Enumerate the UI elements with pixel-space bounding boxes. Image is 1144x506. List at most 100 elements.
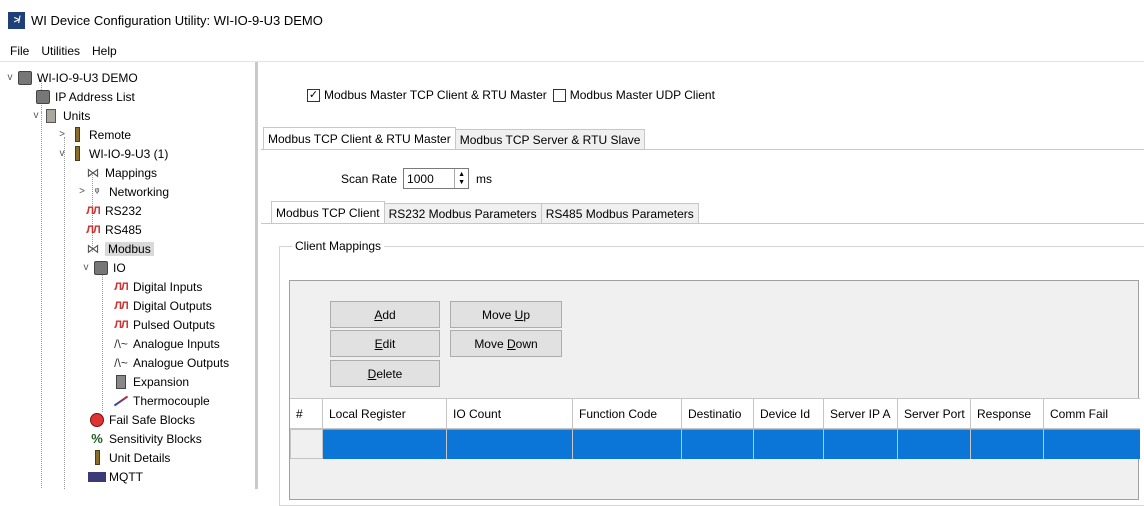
thermocouple-icon	[112, 393, 130, 409]
table-cell[interactable]	[682, 429, 754, 459]
tree-label-mappings: Mappings	[105, 165, 158, 180]
scan-rate-stepper[interactable]: 1000 ▲ ▼	[403, 168, 470, 189]
grid-header-io-count[interactable]: IO Count	[447, 399, 573, 428]
units-icon	[42, 108, 60, 124]
grid-header-function-code[interactable]: Function Code	[573, 399, 682, 428]
chevron-down-icon[interactable]: v	[80, 262, 92, 273]
delete-button[interactable]: Delete	[330, 360, 440, 387]
tree-item-analogue-inputs[interactable]: /\~ Analogue Inputs	[112, 334, 220, 353]
tab-rs485-modbus-parameters[interactable]: RS485 Modbus Parameters	[540, 203, 699, 223]
networking-icon: ᵠ	[94, 185, 100, 198]
udp-checkbox-label[interactable]: Modbus Master UDP Client	[570, 88, 715, 102]
client-mappings-panel: Add Edit Delete Move Up Move Down # Loca…	[289, 280, 1140, 500]
add-button[interactable]: Add	[330, 301, 440, 328]
tree-item-expansion[interactable]: Expansion	[112, 372, 189, 391]
device-icon	[16, 70, 34, 86]
spinner-arrows-icon[interactable]: ▲ ▼	[454, 169, 468, 188]
scan-rate-row: Scan Rate 1000 ▲ ▼ ms	[341, 168, 492, 189]
tab-modbus-tcp-client[interactable]: Modbus TCP Client	[271, 201, 385, 223]
tree-label-pulsed-outputs: Pulsed Outputs	[133, 317, 216, 332]
tree-label-remote: Remote	[89, 127, 132, 142]
tab-tcp-server-rtu-slave[interactable]: Modbus TCP Server & RTU Slave	[454, 129, 646, 149]
tree-item-units[interactable]: v Units	[30, 106, 90, 125]
tree-root[interactable]: v WI-IO-9-U3 DEMO	[4, 68, 138, 87]
chevron-right-icon[interactable]: >	[76, 186, 88, 197]
device-tree[interactable]: v WI-IO-9-U3 DEMO IP Address List v Unit…	[0, 62, 258, 489]
tree-label-rs485: RS485	[105, 222, 142, 237]
tree-item-mappings[interactable]: ⋈ Mappings	[84, 163, 158, 182]
grid-header-server-ip[interactable]: Server IP A	[824, 399, 898, 428]
menu-file[interactable]: File	[4, 44, 35, 58]
grid-header-response[interactable]: Response	[971, 399, 1044, 428]
tree-item-rs232[interactable]: ЛЛ RS232	[84, 201, 141, 220]
table-cell[interactable]	[971, 429, 1044, 459]
analog-wave-icon: /\~	[114, 336, 128, 351]
tree-item-networking[interactable]: > ᵠ Networking	[76, 182, 169, 201]
app-logo-icon: ≯	[8, 11, 25, 29]
grid-header-server-port[interactable]: Server Port	[898, 399, 971, 428]
expansion-icon	[112, 374, 130, 390]
table-row[interactable]	[290, 429, 1140, 459]
chevron-down-icon[interactable]: v	[56, 148, 68, 159]
tcp-rtu-checkbox[interactable]: ✓	[307, 88, 320, 102]
grid-header-destination[interactable]: Destinatio	[682, 399, 754, 428]
menu-help[interactable]: Help	[86, 44, 123, 58]
tree-item-digital-outputs[interactable]: ЛЛ Digital Outputs	[112, 296, 211, 315]
table-cell[interactable]	[447, 429, 573, 459]
edit-button[interactable]: Edit	[330, 330, 440, 357]
digital-wave-icon: ЛЛ	[114, 299, 128, 312]
move-up-button-label: Move	[481, 307, 515, 322]
tree-label-unit-details: Unit Details	[109, 450, 171, 465]
grid-header-index[interactable]: #	[290, 399, 323, 428]
percent-icon: %	[91, 431, 103, 446]
tree-item-analogue-outputs[interactable]: /\~ Analogue Outputs	[112, 353, 229, 372]
menu-utilities[interactable]: Utilities	[35, 44, 86, 58]
grid-header-local-register[interactable]: Local Register	[323, 399, 447, 428]
scan-rate-value[interactable]: 1000	[407, 172, 434, 186]
chevron-down-icon[interactable]: v	[30, 110, 42, 121]
tab-rs232-modbus-parameters[interactable]: RS232 Modbus Parameters	[383, 203, 542, 223]
protocol-options: ✓ Modbus Master TCP Client & RTU Master …	[307, 88, 715, 102]
tree-item-mqtt[interactable]: MQTT	[88, 467, 143, 486]
tree-item-sensitivity-blocks[interactable]: % Sensitivity Blocks	[88, 429, 201, 448]
grid-header-device-id[interactable]: Device Id	[754, 399, 824, 428]
tree-item-fail-safe-blocks[interactable]: Fail Safe Blocks	[88, 410, 195, 429]
tree-label-ip-address-list: IP Address List	[55, 89, 135, 104]
grid-header-comm-fail[interactable]: Comm Fail	[1044, 399, 1140, 428]
table-cell[interactable]	[824, 429, 898, 459]
failsafe-icon	[88, 412, 106, 428]
tcp-rtu-checkbox-label[interactable]: Modbus Master TCP Client & RTU Master	[324, 88, 547, 102]
tree-item-rs485[interactable]: ЛЛ RS485	[84, 220, 142, 239]
unit-icon	[68, 127, 86, 143]
tree-label-modbus: Modbus	[105, 241, 154, 256]
move-up-button[interactable]: Move Up	[450, 301, 562, 328]
tree-label-digital-inputs: Digital Inputs	[133, 279, 203, 294]
tree-item-ip-address-list[interactable]: IP Address List	[34, 87, 135, 106]
table-cell[interactable]	[754, 429, 824, 459]
tree-item-unit[interactable]: v WI-IO-9-U3 (1)	[56, 144, 168, 163]
tree-item-thermocouple[interactable]: Thermocouple	[112, 391, 210, 410]
table-cell[interactable]	[898, 429, 971, 459]
tree-item-pulsed-outputs[interactable]: ЛЛ Pulsed Outputs	[112, 315, 215, 334]
mqtt-icon	[88, 469, 106, 485]
tree-item-remote[interactable]: > Remote	[56, 125, 131, 144]
edit-button-accel: E	[374, 336, 383, 351]
tree-item-unit-details[interactable]: Unit Details	[88, 448, 170, 467]
tree-item-modbus[interactable]: ⋈ Modbus	[84, 239, 154, 258]
move-down-button[interactable]: Move Down	[450, 330, 562, 357]
table-cell[interactable]	[323, 429, 447, 459]
tree-label-unit: WI-IO-9-U3 (1)	[89, 146, 169, 161]
move-up-button-label-rest: p	[523, 307, 531, 322]
tab-tcp-client-rtu-master[interactable]: Modbus TCP Client & RTU Master	[263, 127, 456, 149]
row-header-cell[interactable]	[290, 429, 323, 459]
tree-label-analogue-inputs: Analogue Inputs	[133, 336, 220, 351]
chevron-right-icon[interactable]: >	[56, 129, 68, 140]
table-cell[interactable]	[573, 429, 682, 459]
udp-checkbox[interactable]	[552, 88, 566, 102]
pulse-wave-icon: ЛЛ	[114, 318, 128, 331]
tree-item-digital-inputs[interactable]: ЛЛ Digital Inputs	[112, 277, 202, 296]
unit-icon	[88, 450, 106, 466]
tree-item-io[interactable]: v IO	[80, 258, 126, 277]
chevron-down-icon[interactable]: v	[4, 72, 16, 83]
table-cell[interactable]	[1044, 429, 1140, 459]
